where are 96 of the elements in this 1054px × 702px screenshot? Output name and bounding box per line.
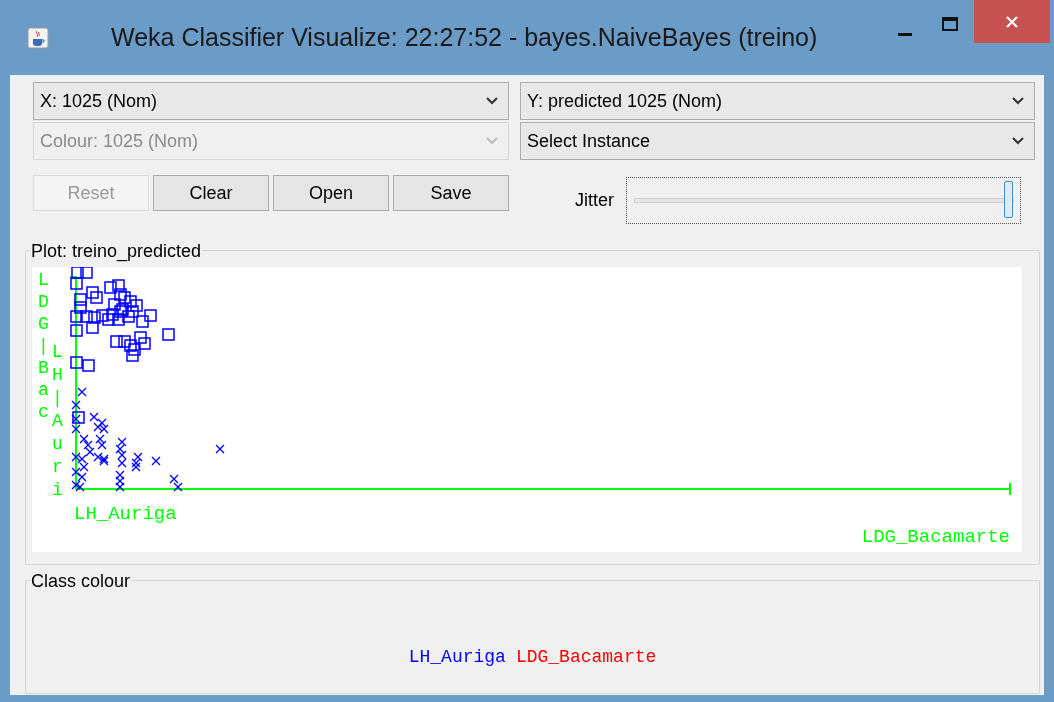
cross-marker xyxy=(89,412,99,422)
cross-marker xyxy=(83,440,93,450)
square-marker xyxy=(86,286,99,299)
square-marker xyxy=(96,309,109,322)
cross-marker xyxy=(117,450,127,460)
square-marker xyxy=(70,356,83,369)
minimize-icon[interactable] xyxy=(898,32,912,37)
button[interactable]: Open xyxy=(273,175,389,211)
cross-marker xyxy=(115,482,125,492)
cross-marker xyxy=(97,440,107,450)
square-marker xyxy=(138,337,151,350)
cross-marker xyxy=(77,454,87,464)
axis-label: LDG_Bacamarte xyxy=(861,526,1010,548)
cross-marker xyxy=(93,452,103,462)
square-marker xyxy=(110,335,123,348)
square-marker xyxy=(122,310,135,323)
square-marker xyxy=(118,335,131,348)
square-marker xyxy=(106,308,119,321)
cross-marker xyxy=(117,437,127,447)
cross-marker xyxy=(115,444,125,454)
cross-marker xyxy=(115,476,125,486)
square-marker xyxy=(162,328,175,341)
square-marker xyxy=(134,331,147,344)
jitter-label: Jitter xyxy=(575,188,615,212)
class-legend-label: LH_Auriga xyxy=(408,645,506,669)
maximize-icon[interactable] xyxy=(942,16,958,31)
button[interactable]: Save xyxy=(393,175,509,211)
cross-marker xyxy=(79,462,89,472)
cross-marker xyxy=(151,456,161,466)
dropdown[interactable]: Y: predicted 1025 (Nom) xyxy=(520,82,1035,120)
java-cup-icon xyxy=(27,26,49,49)
square-marker xyxy=(128,343,141,356)
cross-marker xyxy=(215,444,225,454)
dropdown[interactable]: Select Instance xyxy=(520,122,1035,160)
cross-marker xyxy=(79,434,89,444)
cross-marker xyxy=(71,452,81,462)
cross-marker xyxy=(77,387,87,397)
cross-marker xyxy=(99,424,109,434)
square-marker xyxy=(130,299,143,312)
square-marker xyxy=(86,321,99,334)
cross-marker xyxy=(173,482,183,492)
cross-marker xyxy=(169,474,179,484)
square-marker xyxy=(124,295,137,308)
cross-marker xyxy=(71,424,81,434)
square-marker xyxy=(72,411,85,424)
square-marker xyxy=(126,305,139,318)
dropdown[interactable]: X: 1025 (Nom) xyxy=(33,82,509,120)
cross-marker xyxy=(93,422,103,432)
cross-marker xyxy=(71,467,81,477)
cross-marker xyxy=(71,414,81,424)
cross-marker xyxy=(77,472,87,482)
square-marker xyxy=(114,288,127,301)
square-marker xyxy=(108,298,121,311)
class-legend-label: LDG_Bacamarte xyxy=(515,645,657,669)
jitter-slider[interactable] xyxy=(626,176,1021,224)
cross-marker xyxy=(75,482,85,492)
square-marker xyxy=(90,291,103,304)
chevron-down-icon xyxy=(1012,97,1024,105)
cross-marker xyxy=(131,462,141,472)
plot-title: Plot: treino_predicted xyxy=(30,241,203,261)
chevron-down-icon xyxy=(486,97,498,105)
square-marker xyxy=(112,313,125,326)
axis-label: LDG|Bac xyxy=(38,269,50,423)
cross-marker xyxy=(117,458,127,468)
square-marker xyxy=(136,315,149,328)
square-marker xyxy=(70,310,83,323)
chevron-down-icon xyxy=(1012,137,1024,145)
square-marker xyxy=(74,301,87,314)
chevron-down-icon xyxy=(486,137,498,145)
square-marker xyxy=(104,281,117,294)
square-marker xyxy=(74,293,87,306)
window-title: Weka Classifier Visualize: 22:27:52 - bayes.NaiveBayes (treino) xyxy=(111,21,818,53)
square-marker xyxy=(102,313,115,326)
square-marker xyxy=(70,324,83,337)
cross-marker xyxy=(71,480,81,490)
square-marker xyxy=(112,279,125,292)
square-marker xyxy=(70,277,83,290)
cross-marker xyxy=(71,400,81,410)
button[interactable]: Clear xyxy=(153,175,269,211)
cross-marker xyxy=(131,458,141,468)
cross-marker xyxy=(85,447,95,457)
close-icon xyxy=(1006,15,1018,28)
square-marker xyxy=(126,349,139,362)
cross-marker xyxy=(97,418,107,428)
cross-marker xyxy=(95,434,105,444)
cross-marker xyxy=(115,470,125,480)
square-marker xyxy=(80,310,93,323)
square-marker xyxy=(144,309,157,322)
slider-thumb[interactable] xyxy=(1004,180,1013,218)
square-marker xyxy=(82,359,95,372)
square-marker xyxy=(124,339,137,352)
axis-label: LH|Auri xyxy=(52,341,64,502)
square-marker xyxy=(118,291,131,304)
cross-marker xyxy=(133,452,143,462)
axis-label: LH_Auriga xyxy=(74,503,177,525)
square-marker xyxy=(88,311,101,324)
